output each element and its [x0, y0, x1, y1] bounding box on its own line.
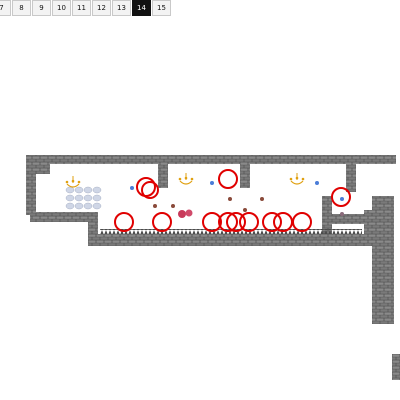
target-ring-icon[interactable] — [136, 177, 156, 197]
pillar-1 — [158, 162, 168, 188]
wall-fragment — [392, 354, 400, 380]
game-stage[interactable] — [0, 0, 400, 400]
target-ring-icon[interactable] — [273, 212, 293, 232]
wall-right-column-step — [364, 210, 374, 240]
wall-top — [26, 155, 396, 164]
gem-icon — [171, 204, 175, 208]
gem-icon — [340, 212, 344, 216]
wall-right-column — [372, 196, 394, 324]
chandelier-icon — [178, 173, 194, 185]
target-ring-icon[interactable] — [114, 212, 134, 232]
gem-icon — [210, 181, 214, 185]
chandelier-icon — [65, 176, 81, 188]
gem-icon — [340, 197, 344, 201]
wall-bottom — [90, 234, 382, 246]
target-ring-icon[interactable] — [152, 212, 172, 232]
pink-bubble — [178, 210, 186, 218]
gem-icon — [228, 197, 232, 201]
gem-icon — [153, 204, 157, 208]
gem-icon — [130, 186, 134, 190]
target-ring-icon[interactable] — [292, 212, 312, 232]
target-ring-icon[interactable] — [262, 212, 282, 232]
gem-icon — [315, 181, 319, 185]
wall-left-lower — [30, 212, 92, 222]
target-ring-icon[interactable] — [218, 169, 238, 189]
target-ring-icon[interactable] — [331, 187, 351, 207]
ghost-stack — [65, 186, 102, 210]
gem-icon — [243, 208, 247, 212]
gem-icon — [260, 197, 264, 201]
pillar-2 — [240, 162, 250, 188]
wall-right-upper — [346, 162, 356, 192]
chandelier-icon — [289, 173, 305, 185]
wall-left-ledge — [36, 162, 50, 174]
wall-left — [26, 155, 36, 215]
pink-bubble — [185, 209, 193, 217]
target-ring-icon[interactable] — [239, 212, 259, 232]
